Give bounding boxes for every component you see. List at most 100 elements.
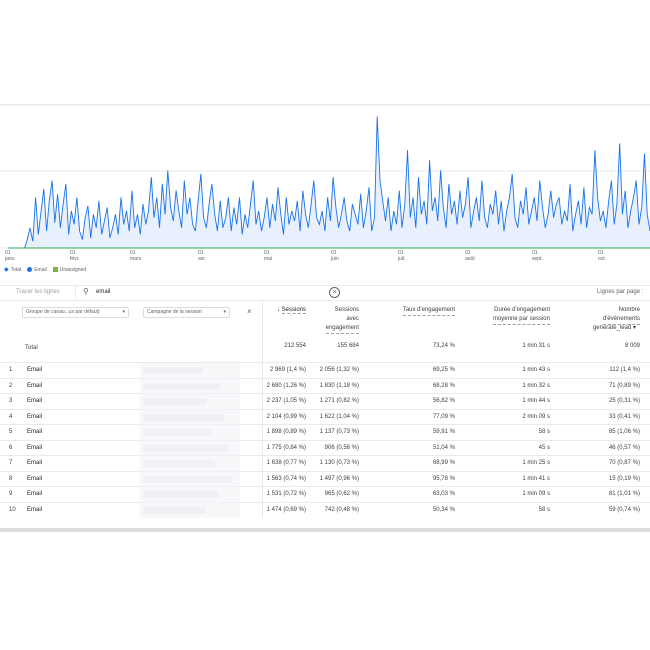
x-tick-month: janv. [4, 256, 15, 262]
duration-cell: 1 min 09 s [522, 491, 550, 497]
sessions-cell: 2 104 (0,99 %) [266, 413, 306, 420]
table-row[interactable]: 2 Email 2 680 (1,26 %) 1 830 (1,18 %) 68,28 … [0, 377, 650, 394]
table-row[interactable]: 6 Email 1 775 (0,84 %) 906 (0,58 %) 51,04 % 4… [0, 439, 650, 456]
sessions-cell: 2 237 (1,05 %) [266, 398, 306, 404]
search-input[interactable]: email [96, 289, 110, 295]
events-cell: 59 (0,74 %) [608, 506, 640, 513]
total-events: 8 009 [624, 343, 640, 349]
legend-email-label: Email [34, 266, 47, 273]
dimension-2-dropdown[interactable]: Campagne de la session ▾ [143, 307, 230, 318]
engaged-cell: 1 830 (1,18 %) [319, 382, 359, 389]
channel-cell: Email [27, 506, 43, 513]
chevron-down-icon: ▾ [223, 309, 226, 315]
event-count-header[interactable]: Nombre d'événements [602, 306, 640, 325]
rate-cell: 56,82 % [432, 398, 455, 404]
remove-dimension-icon[interactable]: × [247, 307, 252, 316]
events-cell: 46 (0,57 %) [608, 444, 640, 451]
toolbar-separator [75, 285, 76, 301]
event-filter-label: generate_lead [592, 325, 632, 331]
rate-cell: 68,28 % [432, 382, 455, 389]
engaged-header-line1: Sessions [334, 307, 359, 313]
x-tick-month: août [465, 256, 475, 262]
plot-rows-button[interactable]: Tracer les lignes [16, 289, 60, 295]
sessions-cell: 2 969 (1,4 %) [269, 367, 306, 373]
unassigned-square-icon [52, 267, 58, 272]
horizontal-scrollbar[interactable] [0, 528, 650, 532]
email-dot-icon [27, 267, 33, 272]
table-row[interactable]: 9 Email 1 531 (0,72 %) 965 (0,62 %) 63,03 % 1… [0, 486, 650, 502]
sessions-header-label: Sessions [281, 307, 306, 314]
events-cell: 70 (0,87 %) [608, 460, 640, 466]
events-cell: 15 (0,19 %) [608, 475, 640, 482]
legend-total[interactable]: ◆ Total [4, 266, 22, 274]
duration-cell: 58 s [538, 506, 550, 513]
rate-cell: 69,25 % [432, 367, 455, 373]
row-index: 7 [9, 460, 13, 466]
table-row[interactable]: 1 Email 2 969 (1,4 %) 2 056 (1,32 %) 69,25 %… [0, 362, 650, 378]
events-cell: 85 (1,06 %) [608, 429, 640, 435]
rate-cell: 50,34 % [432, 506, 455, 513]
dimension-metric-separator [262, 301, 263, 363]
events-cell: 33 (0,41 %) [608, 413, 640, 420]
engaged-cell: 1 130 (0,73 %) [319, 460, 359, 466]
engaged-cell: 1 497 (0,96 %) [319, 475, 359, 482]
duration-cell: 1 min 43 s [522, 367, 550, 373]
channel-cell: Email [27, 491, 43, 497]
clear-search-icon[interactable]: × [329, 287, 340, 298]
table-header: Groupe de canau...ux par défaut) ▾ Campa… [0, 301, 650, 363]
row-index: 8 [9, 475, 13, 482]
table-row[interactable]: 5 Email 1 898 (0,89 %) 1 137 (0,73 %) 59,91 … [0, 424, 650, 440]
row-index: 2 [9, 382, 13, 389]
table-row[interactable]: 10 Email 1 474 (0,69 %) 742 (0,48 %) 50,34 %… [0, 501, 650, 518]
duration-cell: 1 min 41 s [522, 475, 550, 482]
sessions-cell: 1 531 (0,72 %) [266, 491, 306, 497]
legend-total-label: Total [10, 266, 22, 273]
legend-unassigned[interactable]: Unassigned [52, 267, 86, 273]
engaged-cell: 2 056 (1,32 %) [319, 367, 359, 373]
table-row[interactable]: 3 Email 2 237 (1,05 %) 1 271 (0,82 %) 56,82 … [0, 393, 650, 409]
events-cell: 71 (0,89 %) [608, 382, 640, 389]
sessions-cell: 1 638 (0,77 %) [266, 460, 306, 466]
duration-cell: 58 s [538, 429, 550, 435]
dimension-1-dropdown[interactable]: Groupe de canau...ux par défaut) ▾ [22, 307, 129, 318]
engaged-cell: 1 137 (0,73 %) [319, 429, 359, 435]
duration-cell: 1 min 25 s [522, 460, 550, 466]
rate-cell: 51,04 % [432, 444, 455, 451]
row-index: 3 [9, 398, 13, 404]
x-tick-month: oct. [598, 256, 606, 262]
engagement-rate-label: Taux d'engagement [402, 306, 455, 316]
search-icon: ⚲ [83, 287, 89, 296]
rate-cell: 95,78 % [432, 475, 455, 482]
duration-cell: 45 s [538, 444, 550, 451]
table-row[interactable]: 8 Email 1 563 (0,74 %) 1 497 (0,96 %) 95,78 … [0, 470, 650, 487]
total-sessions: 212 554 [284, 343, 306, 349]
events-cell: 25 (0,31 %) [608, 398, 640, 404]
engaged-cell: 742 (0,48 %) [324, 506, 359, 513]
legend-email[interactable]: Email [27, 267, 47, 273]
total-engaged: 155 684 [337, 343, 359, 349]
events-cell: 81 (1,01 %) [608, 491, 640, 497]
x-tick-month: sept. [532, 256, 543, 262]
sort-down-icon: ↓ [276, 307, 280, 313]
channel-cell: Email [27, 367, 43, 373]
dimension-1-label: Groupe de canau...ux par défaut) [26, 309, 100, 315]
rate-cell: 68,99 % [432, 460, 455, 466]
rate-cell: 77,09 % [432, 413, 455, 420]
row-index: 10 [9, 506, 16, 513]
dimension-metric-separator [262, 363, 263, 518]
event-filter-dropdown[interactable]: generate_lead ▾ [593, 324, 636, 333]
engagement-rate-header[interactable]: Taux d'engagement [402, 306, 455, 316]
table-row[interactable]: 4 Email 2 104 (0,99 %) 1 622 (1,04 %) 77,09 … [0, 408, 650, 425]
event-count-line1: Nombre [618, 307, 640, 313]
table-row[interactable]: 7 Email 1 638 (0,77 %) 1 130 (0,73 %) 68,99 … [0, 455, 650, 471]
channel-cell: Email [27, 444, 43, 451]
row-index: 4 [9, 413, 13, 420]
sessions-header[interactable]: ↓ Sessions [277, 306, 306, 315]
engaged-sessions-header[interactable]: Sessions avec engagement [325, 306, 359, 334]
engaged-cell: 1 622 (1,04 %) [319, 413, 359, 420]
table-toolbar: Tracer les lignes ⚲ email × Lignes par p… [0, 285, 650, 301]
row-index: 9 [9, 491, 13, 497]
x-tick-month: avr. [198, 256, 206, 262]
channel-cell: Email [27, 413, 43, 420]
avg-duration-header[interactable]: Durée d'engagement moyenne par session [492, 306, 550, 325]
